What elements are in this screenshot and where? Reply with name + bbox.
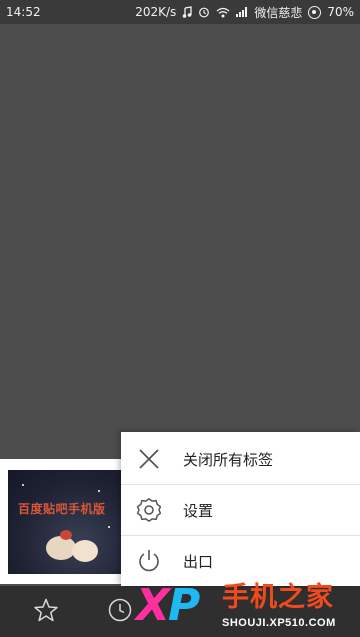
watermark-brand: 手机之家 — [222, 582, 334, 613]
overflow-menu: 关闭所有标签 设置 出口 — [121, 432, 360, 586]
thumbnail-title: 百度贴吧手机版 — [18, 502, 106, 516]
watermark-logo: XP — [136, 580, 200, 631]
menu-item-label: 出口 — [183, 552, 214, 571]
tab-thumbnail[interactable]: 百度贴吧手机版 — [8, 470, 126, 574]
thumbnail-star — [22, 484, 24, 486]
carrier-name: 微信慈悲 — [254, 5, 303, 20]
watermark-logo-x: X — [136, 580, 170, 631]
thumbnail-character — [72, 540, 98, 562]
status-time: 14:52 — [6, 5, 41, 19]
music-icon — [182, 6, 192, 18]
signal-icon — [236, 7, 248, 17]
close-icon — [121, 434, 177, 484]
network-speed: 202K/s — [135, 5, 177, 19]
status-bar: 14:52 202K/s 微信慈悲 70% — [0, 0, 360, 24]
alarm-icon — [198, 6, 210, 18]
battery-level: 70% — [327, 5, 354, 19]
watermark-url: SHOUJI.XP510.COM — [222, 617, 336, 629]
thumbnail-decoration — [60, 530, 72, 540]
clock-icon — [107, 597, 133, 627]
wifi-icon — [216, 7, 230, 18]
bookmarks-button[interactable] — [16, 586, 76, 637]
gear-icon — [121, 485, 177, 535]
star-icon — [33, 597, 59, 627]
battery-icon — [308, 5, 322, 19]
menu-item-label: 关闭所有标签 — [183, 450, 274, 469]
menu-item-label: 设置 — [183, 501, 214, 520]
thumbnail-star — [98, 490, 100, 492]
thumbnail-star — [108, 526, 110, 528]
menu-item-settings[interactable]: 设置 — [121, 485, 360, 535]
watermark-logo-p: P — [167, 580, 200, 631]
site-watermark: XP 手机之家 SHOUJI.XP510.COM — [136, 578, 360, 637]
menu-item-close-all-tabs[interactable]: 关闭所有标签 — [121, 434, 360, 484]
status-indicators: 202K/s 微信慈悲 70% — [135, 4, 354, 21]
